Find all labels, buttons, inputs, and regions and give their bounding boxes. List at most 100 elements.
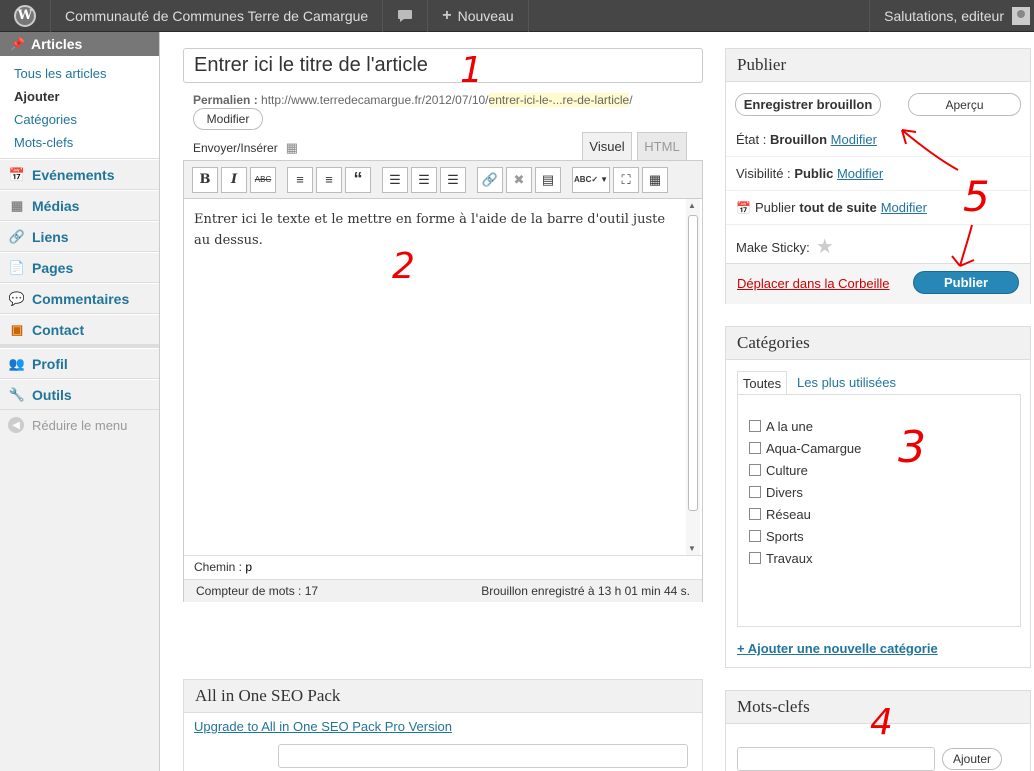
scrollbar-thumb[interactable] [688, 215, 698, 511]
permalink-slug[interactable]: entrer-ici-le-...re-de-larticle [488, 93, 630, 107]
numbered-list-icon: ≡ [325, 172, 333, 187]
sidebar-item-media[interactable]: ▦ Médias [0, 190, 159, 221]
draft-saved-status: Brouillon enregistré à 13 h 01 min 44 s. [481, 584, 690, 598]
editor-status-bar: Compteur de mots : 17 Brouillon enregist… [184, 579, 702, 602]
insert-link-button[interactable]: 🔗 [477, 166, 503, 193]
submenu-categories[interactable]: Catégories [0, 108, 159, 131]
category-label: Aqua-Camargue [766, 440, 862, 456]
submenu-all-articles[interactable]: Tous les articles [0, 62, 159, 85]
save-draft-button[interactable]: Enregistrer brouillon [735, 93, 881, 116]
checkbox[interactable] [749, 420, 761, 432]
checkbox[interactable] [749, 486, 761, 498]
preview-button[interactable]: Aperçu [908, 93, 1021, 116]
collapse-label: Réduire le menu [32, 417, 128, 433]
path-label: Chemin : [194, 560, 243, 574]
tools-icon: 🔧 [8, 386, 26, 402]
sidebar-item-pages[interactable]: 📄 Pages [0, 252, 159, 283]
seo-upgrade-link[interactable]: Upgrade to All in One SEO Pack Pro Versi… [194, 719, 452, 734]
align-center-button[interactable]: ☰ [411, 166, 437, 193]
add-tag-button[interactable]: Ajouter [942, 748, 1002, 770]
checkbox[interactable] [749, 442, 761, 454]
numbered-list-button[interactable]: ≡ [316, 166, 342, 193]
seo-title-input[interactable] [278, 744, 688, 768]
sidebar-item-articles[interactable]: 📌 Articles [0, 32, 159, 56]
add-category-link[interactable]: + Ajouter une nouvelle catégorie [737, 641, 938, 656]
category-item[interactable]: Travaux [749, 547, 1020, 569]
seo-pack-title: All in One SEO Pack [184, 680, 702, 713]
sidebar-item-label: Commentaires [32, 290, 130, 307]
checkbox[interactable] [749, 552, 761, 564]
visibility-value: Public [794, 166, 834, 181]
tag-input[interactable] [737, 747, 935, 771]
upload-insert-row[interactable]: Envoyer/Insérer ▦ [193, 140, 298, 156]
category-item[interactable]: A la une [749, 415, 1020, 437]
bullet-list-button[interactable]: ≡ [287, 166, 313, 193]
strikethrough-button[interactable]: ABC [250, 166, 276, 193]
sidebar-item-contact[interactable]: ▣ Contact [0, 314, 159, 348]
category-label: Culture [766, 462, 808, 478]
sidebar-item-comments[interactable]: 💬 Commentaires [0, 283, 159, 314]
users-icon: 👥 [8, 355, 26, 371]
sidebar-item-links[interactable]: 🔗 Liens [0, 221, 159, 252]
categories-title: Catégories [726, 327, 1030, 360]
bold-button[interactable]: B [192, 166, 218, 193]
site-name-link[interactable]: Communauté de Communes Terre de Camargue [51, 0, 384, 32]
status-modify-link[interactable]: Modifier [831, 132, 877, 147]
permalink-modify-button[interactable]: Modifier [193, 108, 263, 130]
link-icon: 🔗 [481, 171, 499, 187]
tab-all-categories[interactable]: Toutes [737, 371, 787, 395]
word-count: Compteur de mots : 17 [196, 584, 319, 598]
editor-content[interactable]: Entrer ici le texte et le mettre en form… [194, 209, 674, 251]
wordpress-logo-button[interactable]: W [0, 0, 51, 32]
tab-visual[interactable]: Visuel [582, 132, 632, 160]
scroll-down-icon[interactable]: ▼ [688, 544, 696, 553]
checkbox[interactable] [749, 508, 761, 520]
path-value: p [245, 560, 253, 574]
submenu-tags[interactable]: Mots-clefs [0, 131, 159, 154]
category-item[interactable]: Divers [749, 481, 1020, 503]
visibility-label: Visibilité : [736, 166, 791, 181]
italic-button[interactable]: I [221, 166, 247, 193]
align-left-button[interactable]: ☰ [382, 166, 408, 193]
spellcheck-button[interactable]: ABC✓ ▼ [572, 166, 610, 193]
checkbox[interactable] [749, 530, 761, 542]
media-upload-icon: ▦ [285, 140, 298, 155]
unlink-button[interactable]: ✖ [506, 166, 532, 193]
category-label: Travaux [766, 550, 813, 566]
user-account-menu[interactable]: Salutations, editeur [869, 0, 1034, 32]
contact-form-icon: ▣ [10, 321, 24, 337]
category-label: Réseau [766, 506, 811, 522]
align-left-icon: ☰ [389, 171, 401, 187]
align-right-button[interactable]: ☰ [440, 166, 466, 193]
category-item[interactable]: Réseau [749, 503, 1020, 525]
sidebar-item-profile[interactable]: 👥 Profil [0, 348, 159, 379]
seo-upgrade-row: Upgrade to All in One SEO Pack Pro Versi… [184, 713, 702, 740]
collapse-menu-button[interactable]: ◀ Réduire le menu [0, 410, 159, 440]
category-item[interactable]: Culture [749, 459, 1020, 481]
media-icon: ▦ [10, 197, 24, 213]
kitchen-sink-button[interactable]: ▦ [642, 166, 668, 193]
sidebar-item-label: Contact [32, 321, 85, 338]
category-item[interactable]: Sports [749, 525, 1020, 547]
fullscreen-button[interactable]: ⛶ [613, 166, 639, 193]
sidebar-item-events[interactable]: 📅 Evénements [0, 159, 159, 190]
sidebar-item-tools[interactable]: 🔧 Outils [0, 379, 159, 410]
category-item[interactable]: Aqua-Camargue [749, 437, 1020, 459]
scroll-up-icon[interactable]: ▲ [688, 201, 696, 210]
comments-button[interactable] [383, 0, 429, 32]
tab-html[interactable]: HTML [637, 132, 687, 160]
calendar-icon: 📅 [736, 200, 751, 215]
post-title-input[interactable]: Entrer ici le titre de l'article [183, 48, 703, 83]
editor-scrollbar[interactable]: ▲ ▼ [686, 199, 700, 555]
visibility-modify-link[interactable]: Modifier [837, 166, 883, 181]
move-to-trash-link[interactable]: Déplacer dans la Corbeille [737, 276, 889, 291]
checkbox[interactable] [749, 464, 761, 476]
star-icon[interactable]: ★ [816, 237, 834, 257]
new-content-button[interactable]: + Nouveau [428, 0, 529, 32]
fullscreen-icon: ⛶ [621, 171, 631, 187]
tab-popular-categories[interactable]: Les plus utilisées [797, 375, 896, 390]
blockquote-button[interactable]: “ [345, 166, 371, 193]
editor-toolbar: B I ABC ≡ ≡ “ ☰ ☰ ☰ 🔗 ✖ ▤ ABC✓ ▼ ⛶ ▦ [184, 161, 702, 199]
insert-more-button[interactable]: ▤ [535, 166, 561, 193]
submenu-add-article[interactable]: Ajouter [0, 85, 159, 108]
